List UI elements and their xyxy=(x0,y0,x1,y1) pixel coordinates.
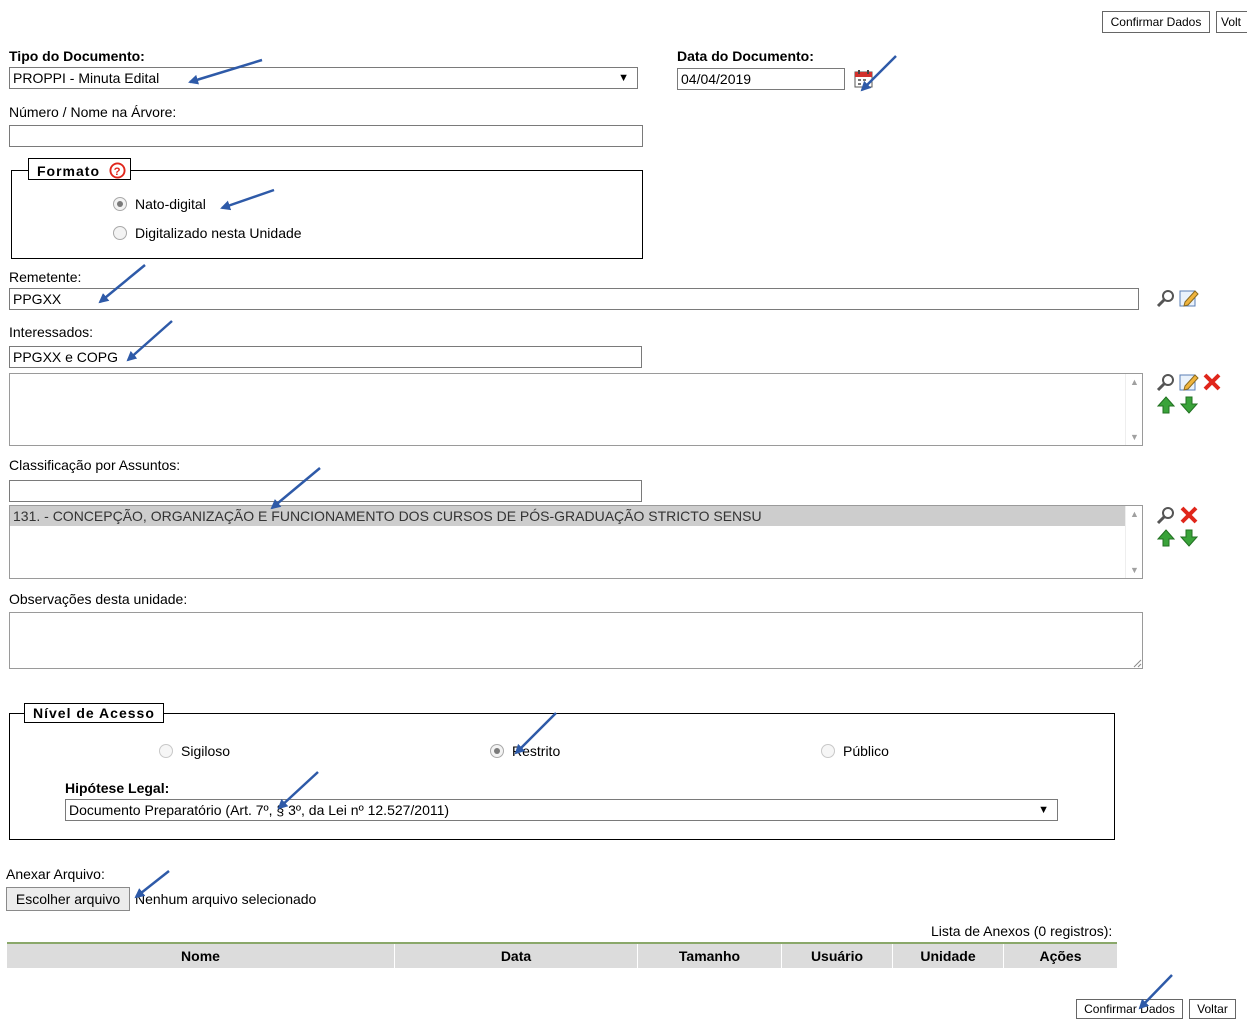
classificacao-input[interactable] xyxy=(9,480,642,502)
tipo-documento-label: Tipo do Documento: xyxy=(9,48,145,64)
move-up-icon[interactable] xyxy=(1156,528,1176,548)
tipo-documento-value: PROPPI - Minuta Edital xyxy=(13,70,160,86)
file-status-text: Nenhum arquivo selecionado xyxy=(135,891,317,907)
nivel-restrito-label: Restrito xyxy=(512,743,561,759)
search-icon[interactable] xyxy=(1156,372,1176,392)
data-documento-label: Data do Documento: xyxy=(677,48,814,64)
data-documento-input[interactable]: 04/04/2019 xyxy=(677,68,845,90)
column-header-data[interactable]: Data xyxy=(395,944,638,968)
nivel-sigiloso-radio[interactable] xyxy=(159,744,173,758)
formato-digitalizado-radio[interactable] xyxy=(113,226,127,240)
move-down-icon[interactable] xyxy=(1179,528,1199,548)
formato-legend-text: Formato xyxy=(37,163,100,179)
interessados-scrollbar[interactable]: ▲ ▼ xyxy=(1125,374,1142,445)
numero-nome-label: Número / Nome na Árvore: xyxy=(9,104,177,120)
column-header-tamanho[interactable]: Tamanho xyxy=(638,944,782,968)
classificacao-label: Classificação por Assuntos: xyxy=(9,457,181,473)
observacoes-label: Observações desta unidade: xyxy=(9,591,188,607)
confirm-top-button[interactable]: Confirmar Dados xyxy=(1102,11,1210,33)
help-icon[interactable]: ? xyxy=(109,162,126,179)
edit-icon[interactable] xyxy=(1179,288,1199,308)
nivel-sigiloso-label: Sigiloso xyxy=(181,743,231,759)
nivel-restrito-radio[interactable] xyxy=(490,744,504,758)
nivel-publico-label: Público xyxy=(843,743,889,759)
search-icon[interactable] xyxy=(1156,505,1176,525)
nivel-acesso-legend: Nível de Acesso xyxy=(24,703,164,723)
move-up-icon[interactable] xyxy=(1156,395,1176,415)
tipo-documento-select[interactable]: PROPPI - Minuta Edital ▼ xyxy=(9,67,638,89)
formato-nato-digital-label: Nato-digital xyxy=(135,196,206,212)
interessados-label: Interessados: xyxy=(9,324,94,340)
column-header-unidade[interactable]: Unidade xyxy=(893,944,1004,968)
formato-fieldset xyxy=(11,170,643,259)
hipotese-legal-select[interactable]: Documento Preparatório (Art. 7º, § 3º, d… xyxy=(65,799,1058,821)
numero-nome-input[interactable] xyxy=(9,125,643,147)
calendar-icon[interactable] xyxy=(854,69,874,89)
classificacao-list-item[interactable]: 131. - CONCEPÇÃO, ORGANIZAÇÃO E FUNCIONA… xyxy=(10,506,1125,526)
column-header-usuario[interactable]: Usuário xyxy=(782,944,893,968)
nivel-publico-radio[interactable] xyxy=(821,744,835,758)
anexos-table-header: Nome Data Tamanho Usuário Unidade Ações xyxy=(7,942,1117,968)
dropdown-caret-icon: ▼ xyxy=(1038,804,1049,816)
formato-nato-digital-radio[interactable] xyxy=(113,197,127,211)
column-header-acoes: Ações xyxy=(1039,948,1082,964)
interessados-list[interactable]: ▲ ▼ xyxy=(9,373,1143,446)
svg-text:?: ? xyxy=(113,166,121,178)
formato-legend: Formato ? xyxy=(28,158,131,180)
remetente-input[interactable]: PPGXX xyxy=(9,288,1139,310)
classificacao-scrollbar[interactable]: ▲ ▼ xyxy=(1125,506,1142,578)
interessados-input[interactable]: PPGXX e COPG xyxy=(9,346,642,368)
remetente-label: Remetente: xyxy=(9,269,82,285)
search-icon[interactable] xyxy=(1156,288,1176,308)
classificacao-list[interactable]: 131. - CONCEPÇÃO, ORGANIZAÇÃO E FUNCIONA… xyxy=(9,505,1143,579)
delete-icon[interactable] xyxy=(1179,505,1199,525)
anexar-label: Anexar Arquivo: xyxy=(6,866,105,882)
back-top-button[interactable]: Volt xyxy=(1216,11,1247,33)
column-header-nome[interactable]: Nome xyxy=(7,944,395,968)
formato-digitalizado-label: Digitalizado nesta Unidade xyxy=(135,225,302,241)
delete-icon[interactable] xyxy=(1202,372,1222,392)
back-bottom-button[interactable]: Voltar xyxy=(1189,999,1236,1019)
observacoes-textarea[interactable] xyxy=(9,612,1143,669)
anexos-caption: Lista de Anexos (0 registros): xyxy=(931,923,1113,939)
move-down-icon[interactable] xyxy=(1179,395,1199,415)
choose-file-button[interactable]: Escolher arquivo xyxy=(6,887,130,911)
hipotese-legal-value: Documento Preparatório (Art. 7º, § 3º, d… xyxy=(69,802,450,818)
confirm-bottom-button[interactable]: Confirmar Dados xyxy=(1076,999,1183,1019)
resize-handle-icon[interactable] xyxy=(1133,659,1142,668)
hipotese-legal-label: Hipótese Legal: xyxy=(65,780,170,796)
dropdown-caret-icon: ▼ xyxy=(618,72,629,84)
edit-icon[interactable] xyxy=(1179,372,1199,392)
